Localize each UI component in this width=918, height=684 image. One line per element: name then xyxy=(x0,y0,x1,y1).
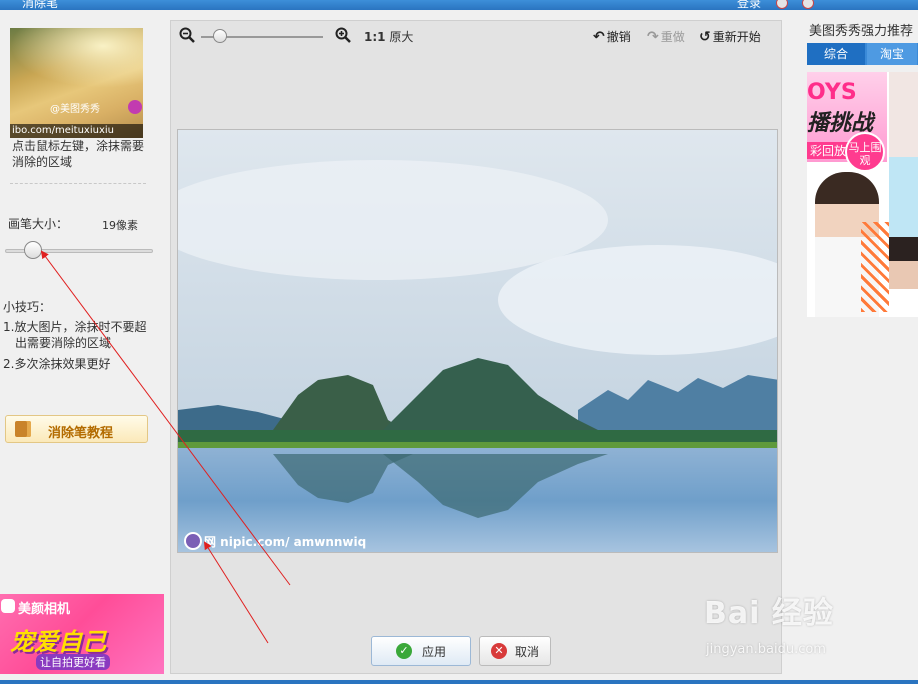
restart-icon: ↺ xyxy=(699,28,711,45)
ad-slogan: 宠爱自己 xyxy=(10,628,106,656)
divider xyxy=(10,183,146,184)
window-title: 消除笔 xyxy=(22,0,59,10)
zoom-slider-handle[interactable] xyxy=(213,29,227,43)
ad-replay-label: 彩回放 xyxy=(807,142,850,159)
recommend-panel: 美图秀秀强力推荐 综合 淘宝 OYS 播挑战 彩回放 马上围观 xyxy=(805,10,918,680)
tutorial-button[interactable]: 消除笔教程 xyxy=(5,415,148,443)
undo-button[interactable]: ↶ 撤销 xyxy=(593,28,631,45)
ad-stripe-decoration xyxy=(861,222,891,312)
ad-brand: 美颜相机 xyxy=(18,602,71,617)
recommend-tabs: 综合 淘宝 xyxy=(807,43,918,65)
check-icon: ✓ xyxy=(395,643,412,659)
recommend-title: 美图秀秀强力推荐 xyxy=(809,24,914,39)
title-bar: 消除笔 登录 xyxy=(0,0,918,10)
ad-badge[interactable]: 马上围观 xyxy=(845,132,885,172)
tutorial-button-label: 消除笔教程 xyxy=(48,426,114,441)
ad-thumb-image xyxy=(889,72,918,157)
zoom-in-icon[interactable] xyxy=(335,27,351,43)
actual-size-button[interactable]: 1:1 原大 xyxy=(364,28,413,45)
apply-button[interactable]: ✓ 应用 xyxy=(371,636,471,666)
cancel-label: 取消 xyxy=(514,644,539,659)
zoom-out-icon[interactable] xyxy=(179,27,195,43)
baidu-jingyan-watermark: Bai 经验 xyxy=(704,596,834,631)
meitu-logo-icon xyxy=(128,100,142,114)
thumbnail-watermark: @美图秀秀 xyxy=(50,104,100,115)
brush-size-label: 画笔大小： xyxy=(8,217,69,231)
recommend-ad[interactable]: OYS 播挑战 彩回放 马上围观 xyxy=(807,72,918,317)
camera-app-icon xyxy=(1,599,15,613)
grass-bank xyxy=(178,442,777,448)
left-panel: @美图秀秀 ibo.com/meituxiuxiu 点击鼠标左键，涂抹需要消除的… xyxy=(0,10,165,680)
ratio-value: 1:1 xyxy=(364,30,386,44)
editor-area: 1:1 原大 ↶ 撤销 ↷ 重做 ↺ 重新开始 网 nipic.com/ amw… xyxy=(170,20,782,674)
undo-label: 撤销 xyxy=(606,30,631,44)
ad-thumb-image xyxy=(889,237,918,317)
preview-thumbnail: @美图秀秀 ibo.com/meituxiuxiu xyxy=(10,28,143,138)
restart-label: 重新开始 xyxy=(712,30,761,44)
editor-toolbar: 1:1 原大 ↶ 撤销 ↷ 重做 ↺ 重新开始 xyxy=(171,21,781,51)
redo-icon: ↷ xyxy=(647,28,659,45)
usage-hint: 点击鼠标左键，涂抹需要消除的区域 xyxy=(12,139,145,169)
redo-label: 重做 xyxy=(660,30,685,44)
photo-canvas[interactable]: 网 nipic.com/ amwnnwiq xyxy=(177,129,778,553)
nipic-logo-icon xyxy=(184,532,202,550)
brush-size-handle[interactable] xyxy=(24,241,42,259)
tree-line xyxy=(178,430,777,444)
meiyan-camera-ad[interactable]: 美颜相机 宠爱自己 让自拍更好看 xyxy=(0,594,164,674)
weibo-icon[interactable] xyxy=(802,0,814,9)
tip-item: 出需要消除的区域 xyxy=(15,336,112,350)
baidu-jingyan-url: jingyan.baidu.com xyxy=(706,642,826,657)
user-icon[interactable] xyxy=(776,0,788,9)
bottom-bar xyxy=(0,680,918,684)
tip-item: 1.放大图片，涂抹时不要超 xyxy=(3,320,147,334)
login-link[interactable]: 登录 xyxy=(737,0,761,10)
book-icon xyxy=(15,421,31,437)
ad-subtitle: 让自拍更好看 xyxy=(36,654,110,670)
photo-watermark: 网 nipic.com/ amwnnwiq xyxy=(184,532,366,550)
close-icon: ✕ xyxy=(490,643,507,659)
thumbnail-url: ibo.com/meituxiuxiu xyxy=(10,124,143,138)
cancel-button[interactable]: ✕ 取消 xyxy=(479,636,551,666)
redo-button[interactable]: ↷ 重做 xyxy=(647,28,685,45)
brush-size-value: 19像素 xyxy=(102,219,138,232)
photo-watermark-text: 网 nipic.com/ amwnnwiq xyxy=(204,534,367,549)
tab-general[interactable]: 综合 xyxy=(807,43,865,65)
apply-label: 应用 xyxy=(421,644,446,659)
tips-title: 小技巧： xyxy=(3,300,52,314)
tip-item: 2.多次涂抹效果更好 xyxy=(3,357,111,371)
tab-taobao[interactable]: 淘宝 xyxy=(867,43,917,65)
ad-headline: OYS xyxy=(807,80,857,105)
restart-button[interactable]: ↺ 重新开始 xyxy=(699,28,761,45)
thumbnail-sunlight xyxy=(10,28,143,88)
undo-icon: ↶ xyxy=(593,28,605,45)
ratio-label: 原大 xyxy=(389,30,414,44)
ad-thumb-image xyxy=(889,157,918,237)
landscape-photo xyxy=(178,130,777,552)
